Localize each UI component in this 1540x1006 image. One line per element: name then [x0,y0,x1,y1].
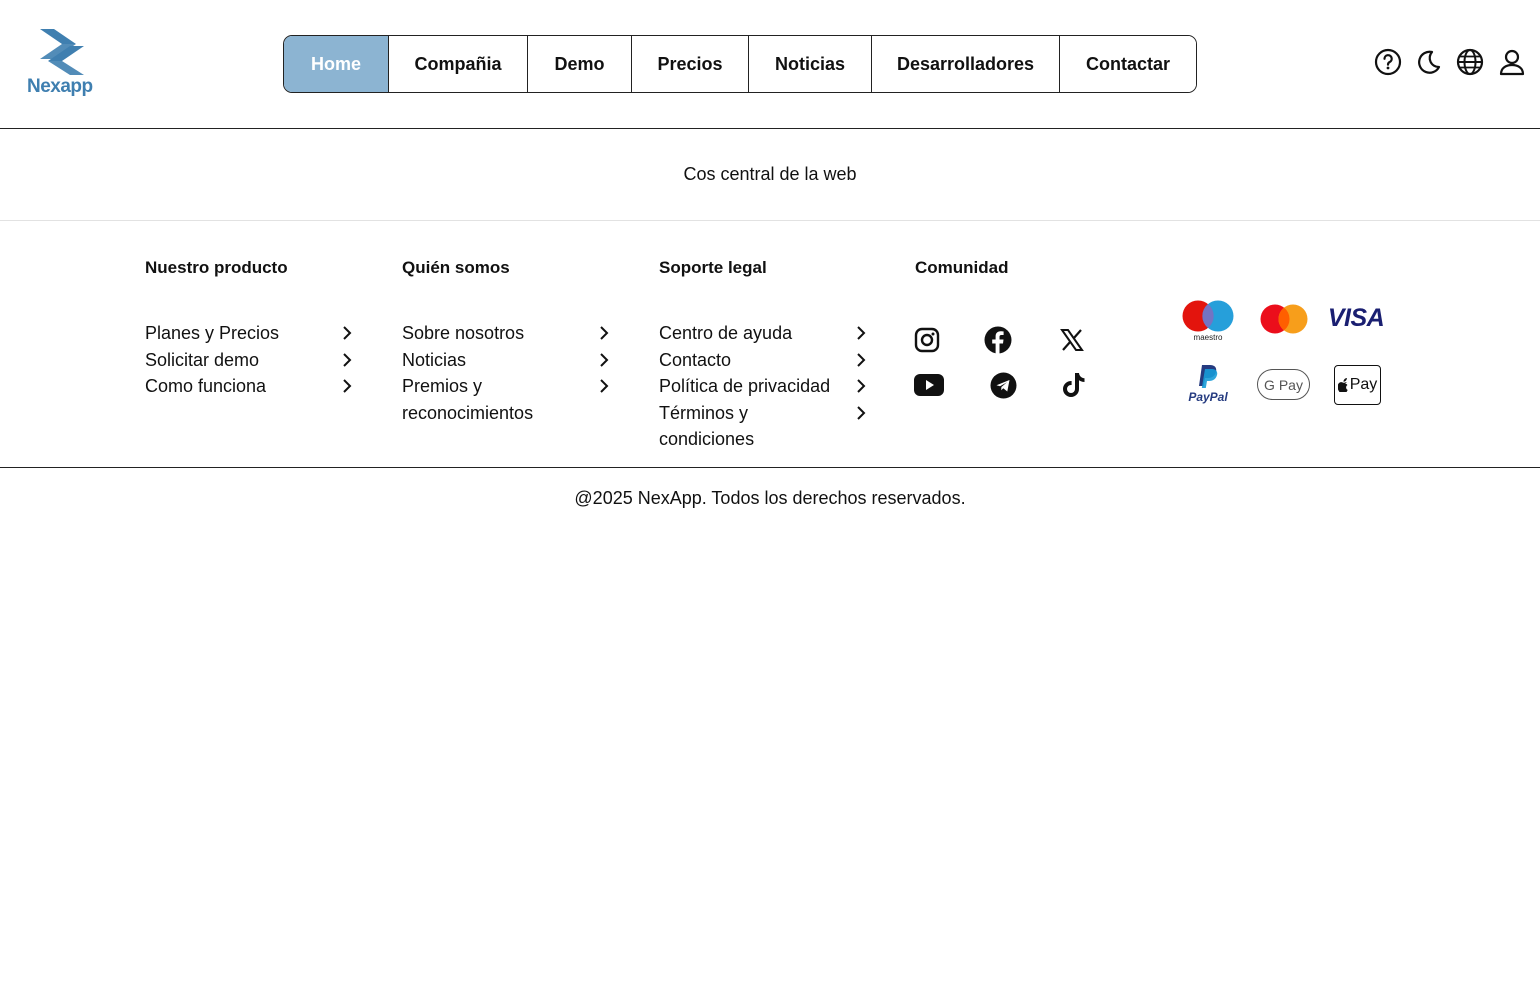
footer-link-privacidad[interactable]: Política de privacidad [659,373,869,400]
nav-item-home[interactable]: Home [284,36,388,92]
chevron-right-icon [853,400,869,426]
mastercard-logo [1260,304,1308,334]
visa-logo: VISA [1328,304,1385,332]
chevron-right-icon [596,373,612,399]
social-icons [912,322,1095,412]
nav-item-noticias[interactable]: Noticias [748,36,871,92]
footer-link-como-funciona[interactable]: Como funciona [145,373,355,400]
x-icon[interactable] [1057,325,1087,355]
footer-column-title: Nuestro producto [145,258,288,277]
header: Nexapp Home Compañia Demo Precios Notici… [0,0,1540,129]
footer-link-sobre-nosotros[interactable]: Sobre nosotros [402,320,612,347]
maestro-label: maestro [1193,333,1223,342]
central-text: Cos central de la web [683,164,857,184]
footer-column-community: Comunidad [915,258,1095,282]
maestro-logo: maestro [1182,300,1234,342]
facebook-icon[interactable] [983,325,1013,355]
chevron-right-icon [853,373,869,399]
footer-link-noticias[interactable]: Noticias [402,347,612,374]
footer-link-premios[interactable]: Premios y reconocimientos [402,373,612,426]
footer-link-centro-ayuda[interactable]: Centro de ayuda [659,320,869,347]
central-content: Cos central de la web [0,129,1540,221]
tiktok-icon[interactable] [1059,370,1089,400]
nav-item-precios[interactable]: Precios [631,36,748,92]
chevron-right-icon [596,347,612,373]
apple-pay-logo: Pay [1334,365,1381,405]
footer-link-solicitar-demo[interactable]: Solicitar demo [145,347,355,374]
nav-item-compania[interactable]: Compañia [388,36,527,92]
youtube-icon[interactable] [914,370,944,400]
chevron-right-icon [339,373,355,399]
google-pay-logo: G Pay [1257,369,1310,400]
footer-divider [0,467,1540,468]
user-icon[interactable] [1496,46,1528,78]
telegram-icon[interactable] [988,370,1018,400]
copyright: @2025 NexApp. Todos los derechos reserva… [574,488,966,508]
chevron-right-icon [596,320,612,346]
chevron-right-icon [853,347,869,373]
footer-column-about: Quién somos Sobre nosotros Noticias Prem… [402,258,612,426]
apple-pay-label: Pay [1349,376,1378,393]
main-nav: Home Compañia Demo Precios Noticias Desa… [283,35,1197,93]
paypal-logo: PayPal [1184,362,1232,406]
instagram-icon[interactable] [912,325,942,355]
paypal-label: PayPal [1188,390,1228,404]
globe-icon[interactable] [1454,46,1486,78]
logo[interactable]: Nexapp [24,26,100,102]
footer-column-product: Nuestro producto Planes y Precios Solici… [145,258,355,400]
logo-mark-icon [40,29,84,75]
visa-label: VISA [1327,303,1385,332]
footer-column-legal: Soporte legal Centro de ayuda Contacto P… [659,258,869,453]
footer-column-title: Comunidad [915,258,1009,277]
footer-link-terminos[interactable]: Términos y condiciones [659,400,869,453]
header-icons [1372,46,1528,78]
chevron-right-icon [853,320,869,346]
apple-icon [1337,378,1348,392]
chevron-right-icon [339,320,355,346]
nav-item-desarrolladores[interactable]: Desarrolladores [871,36,1059,92]
nav-item-demo[interactable]: Demo [527,36,631,92]
payment-methods: maestro VISA PayPal G Pay Pay [1178,296,1388,412]
nav-item-contactar[interactable]: Contactar [1059,36,1196,92]
footer-link-contacto[interactable]: Contacto [659,347,869,374]
chevron-right-icon [339,347,355,373]
help-icon[interactable] [1372,46,1404,78]
footer-column-title: Soporte legal [659,258,767,277]
google-pay-label: G Pay [1264,376,1303,393]
footer-column-title: Quién somos [402,258,510,277]
logo-text: Nexapp [27,76,93,97]
moon-icon[interactable] [1413,46,1445,78]
footer-link-planes[interactable]: Planes y Precios [145,320,355,347]
